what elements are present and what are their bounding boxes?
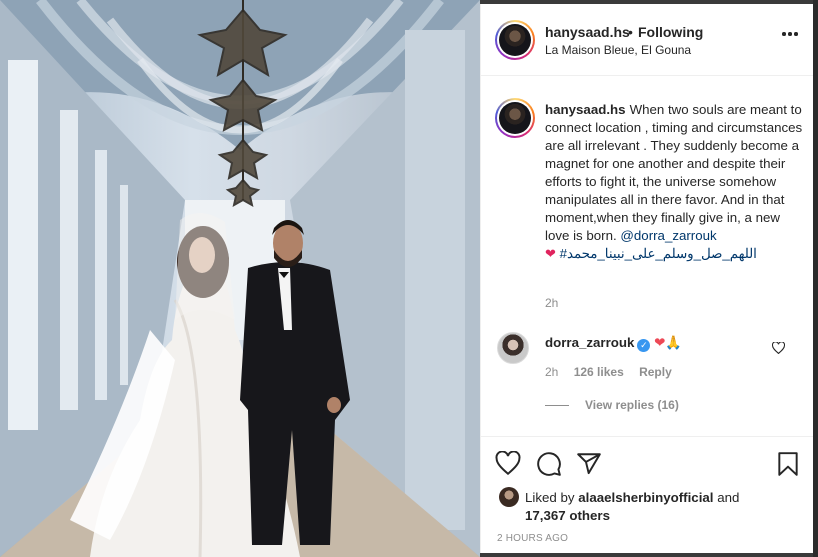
comment-time[interactable]: 2h bbox=[545, 365, 558, 379]
caption-time[interactable]: 2h bbox=[545, 296, 558, 310]
author-avatar[interactable] bbox=[495, 20, 535, 60]
liked-by-text: Liked by alaaelsherbinyofficial and 17,3… bbox=[525, 489, 785, 525]
post-header: hanysaad.hs • Following La Maison Bleue,… bbox=[481, 4, 814, 76]
caption-avatar[interactable] bbox=[495, 98, 535, 138]
bookmark-icon[interactable] bbox=[775, 451, 801, 477]
view-replies-button[interactable]: View replies (16) bbox=[545, 398, 679, 412]
view-replies-label: View replies (16) bbox=[585, 398, 679, 412]
liker-avatar[interactable] bbox=[499, 487, 519, 507]
heart-icon[interactable] bbox=[495, 451, 521, 477]
caption-text: When two souls are meant to connect loca… bbox=[545, 102, 803, 243]
caption-hashtag[interactable]: #اللهم_صل_وسلم_على_نبينا_محمد bbox=[560, 246, 757, 261]
reply-button[interactable]: Reply bbox=[639, 365, 672, 379]
comment-likes[interactable]: 126 likes bbox=[574, 365, 624, 379]
author-username[interactable]: hanysaad.hs bbox=[545, 24, 630, 40]
caption-username[interactable]: hanysaad.hs bbox=[545, 102, 626, 117]
comment-meta: 2h 126 likes Reply bbox=[545, 365, 684, 379]
caption-mention[interactable]: @dorra_zarrouk bbox=[620, 228, 716, 243]
liked-by-and: and bbox=[717, 490, 740, 505]
liker-username[interactable]: alaaelsherbinyofficial bbox=[578, 490, 713, 505]
commenter-username[interactable]: dorra_zarrouk bbox=[545, 335, 634, 350]
post-location[interactable]: La Maison Bleue, El Gouna bbox=[545, 43, 691, 57]
background-strip bbox=[813, 0, 818, 557]
post-detail-panel: hanysaad.hs • Following La Maison Bleue,… bbox=[480, 4, 814, 553]
separator-dot: • bbox=[628, 24, 633, 40]
following-button[interactable]: Following bbox=[638, 24, 703, 40]
comment-heart-emoji: ❤ bbox=[654, 335, 666, 350]
more-options-icon[interactable] bbox=[782, 32, 798, 36]
wedding-photo-illustration bbox=[0, 0, 480, 557]
commenter-avatar[interactable] bbox=[497, 332, 529, 364]
share-icon[interactable] bbox=[576, 451, 602, 477]
comment-pray-emoji: 🙏 bbox=[665, 335, 682, 350]
comment: dorra_zarrouk ✓ ❤🙏 bbox=[545, 335, 682, 352]
liked-by-prefix: Liked by bbox=[525, 490, 575, 505]
post-caption: hanysaad.hs When two souls are meant to c… bbox=[545, 101, 805, 263]
likes-count[interactable]: 17,367 others bbox=[525, 508, 610, 523]
comment-heart-icon[interactable] bbox=[772, 342, 785, 354]
red-heart-emoji: ❤ bbox=[545, 246, 556, 261]
post-timestamp[interactable]: 2 HOURS AGO bbox=[497, 533, 568, 544]
post-actions: Liked by alaaelsherbinyofficial and 17,3… bbox=[481, 436, 814, 553]
post-photo[interactable] bbox=[0, 0, 480, 557]
verified-badge-icon: ✓ bbox=[637, 339, 651, 352]
replies-line bbox=[545, 405, 569, 407]
comment-icon[interactable] bbox=[536, 451, 562, 477]
